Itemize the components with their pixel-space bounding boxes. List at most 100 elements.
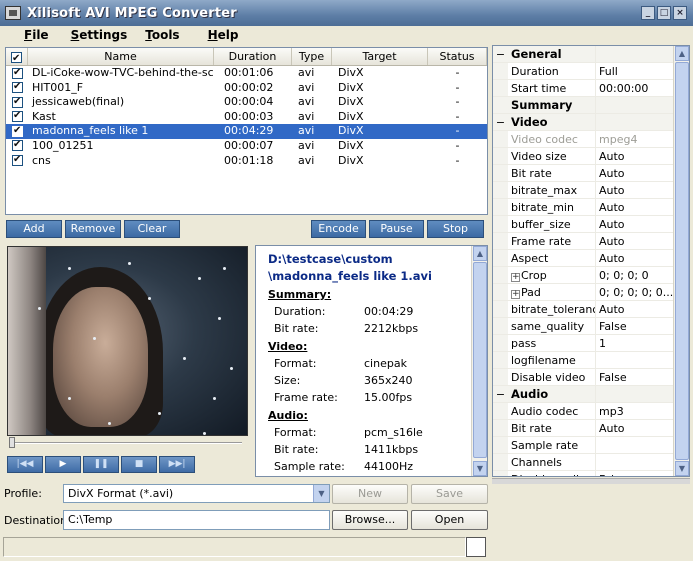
menu-file[interactable]: File bbox=[24, 28, 49, 42]
property-value[interactable]: 0; 0; 0; 0; 0... bbox=[596, 284, 674, 300]
property-value[interactable] bbox=[596, 114, 674, 130]
collapse-icon[interactable]: − bbox=[493, 386, 508, 402]
close-button[interactable]: × bbox=[673, 6, 687, 20]
encode-button[interactable]: Encode bbox=[311, 220, 366, 238]
table-row[interactable]: HIT001_F 00:00:02 avi DivX - bbox=[6, 81, 487, 96]
property-row[interactable]: same_quality False bbox=[493, 318, 689, 335]
row-checkbox[interactable] bbox=[6, 139, 28, 154]
table-row[interactable]: cns 00:01:18 avi DivX - bbox=[6, 154, 487, 169]
row-checkbox[interactable] bbox=[6, 124, 28, 139]
profile-select[interactable]: DivX Format (*.avi) ▼ bbox=[63, 484, 330, 503]
menu-tools[interactable]: Tools bbox=[145, 28, 179, 42]
scroll-up-icon[interactable]: ▲ bbox=[675, 46, 689, 61]
collapse-icon[interactable]: − bbox=[493, 46, 508, 62]
column-status[interactable]: Status bbox=[428, 48, 487, 65]
column-name[interactable]: Name bbox=[28, 48, 214, 65]
column-duration[interactable]: Duration bbox=[214, 48, 292, 65]
scroll-thumb[interactable] bbox=[473, 262, 487, 458]
column-target[interactable]: Target bbox=[332, 48, 428, 65]
table-row[interactable]: 100_01251 00:00:07 avi DivX - bbox=[6, 139, 487, 154]
row-checkbox[interactable] bbox=[6, 154, 28, 169]
row-checkbox[interactable] bbox=[6, 66, 28, 81]
pause-playback-button[interactable]: ❚❚ bbox=[83, 456, 119, 473]
property-row[interactable]: Disable video False bbox=[493, 369, 689, 386]
property-row[interactable]: buffer_size Auto bbox=[493, 216, 689, 233]
open-button[interactable]: Open bbox=[411, 510, 488, 530]
table-row[interactable]: Kast 00:00:03 avi DivX - bbox=[6, 110, 487, 125]
row-checkbox[interactable] bbox=[6, 110, 28, 125]
property-value[interactable]: 1 bbox=[596, 335, 674, 351]
collapse-icon[interactable]: − bbox=[493, 114, 508, 130]
property-category[interactable]: − Video bbox=[493, 114, 689, 131]
properties-panel[interactable]: − General Duration Full Start time 00:00:00 Su… bbox=[492, 45, 690, 477]
property-value[interactable]: False bbox=[596, 369, 674, 385]
table-row[interactable]: DL-iCoke-wow-TVC-behind-the-sce 00:01:06 a… bbox=[6, 66, 487, 81]
property-value[interactable]: 0; 0; 0; 0 bbox=[596, 267, 674, 283]
property-row[interactable]: +Pad 0; 0; 0; 0; 0... bbox=[493, 284, 689, 301]
file-list[interactable]: Name Duration Type Target Status DL-iCok… bbox=[5, 47, 488, 215]
property-value[interactable]: Auto bbox=[596, 216, 674, 232]
property-row[interactable]: Start time 00:00:00 bbox=[493, 80, 689, 97]
property-value[interactable]: Auto bbox=[596, 250, 674, 266]
clear-button[interactable]: Clear bbox=[124, 220, 180, 238]
maximize-button[interactable]: □ bbox=[657, 6, 671, 20]
properties-scrollbar[interactable]: ▲ ▼ bbox=[673, 46, 689, 476]
expand-icon[interactable]: + bbox=[511, 273, 520, 282]
property-value[interactable]: Auto bbox=[596, 148, 674, 164]
property-row[interactable]: bitrate_max Auto bbox=[493, 182, 689, 199]
property-row[interactable]: Audio codec mp3 bbox=[493, 403, 689, 420]
property-value[interactable]: Auto bbox=[596, 165, 674, 181]
property-category[interactable]: − General bbox=[493, 46, 689, 63]
expand-icon[interactable]: + bbox=[511, 290, 520, 299]
stop-playback-button[interactable]: ■ bbox=[121, 456, 157, 473]
file-info-pane[interactable]: D:\testcase\custom \madonna_feels like 1… bbox=[255, 245, 488, 477]
property-row[interactable]: logfilename bbox=[493, 352, 689, 369]
row-checkbox[interactable] bbox=[6, 95, 28, 110]
property-value[interactable]: Auto bbox=[596, 301, 674, 317]
property-row[interactable]: bitrate_tolerance Auto bbox=[493, 301, 689, 318]
seek-thumb[interactable] bbox=[9, 437, 15, 448]
property-category[interactable]: Summary bbox=[493, 97, 689, 114]
destination-input[interactable]: C:\Temp bbox=[63, 510, 330, 530]
column-type[interactable]: Type bbox=[292, 48, 332, 65]
property-value[interactable]: False bbox=[596, 471, 674, 476]
property-value[interactable] bbox=[596, 386, 674, 402]
select-all-checkbox[interactable] bbox=[6, 48, 28, 68]
property-value[interactable] bbox=[596, 352, 674, 368]
play-button[interactable]: ▶ bbox=[45, 456, 81, 473]
table-row[interactable]: jessicaweb(final) 00:00:04 avi DivX - bbox=[6, 95, 487, 110]
property-value[interactable]: Auto bbox=[596, 182, 674, 198]
property-value[interactable]: mp3 bbox=[596, 403, 674, 419]
next-button[interactable]: ▶▶| bbox=[159, 456, 195, 473]
property-value[interactable] bbox=[596, 46, 674, 62]
browse-button[interactable]: Browse... bbox=[332, 510, 408, 530]
property-row[interactable]: Video size Auto bbox=[493, 148, 689, 165]
property-row[interactable]: Channels bbox=[493, 454, 689, 471]
property-value[interactable]: Full bbox=[596, 63, 674, 79]
property-row[interactable]: bitrate_min Auto bbox=[493, 199, 689, 216]
new-profile-button[interactable]: New bbox=[332, 484, 408, 504]
property-row[interactable]: pass 1 bbox=[493, 335, 689, 352]
scroll-thumb[interactable] bbox=[675, 62, 689, 460]
property-value[interactable] bbox=[596, 437, 674, 453]
add-button[interactable]: Add bbox=[6, 220, 62, 238]
property-value[interactable] bbox=[596, 97, 674, 113]
seek-track[interactable] bbox=[10, 442, 242, 444]
minimize-button[interactable]: _ bbox=[641, 6, 655, 20]
row-checkbox[interactable] bbox=[6, 81, 28, 96]
property-row[interactable]: +Crop 0; 0; 0; 0 bbox=[493, 267, 689, 284]
property-row[interactable]: Bit rate Auto bbox=[493, 165, 689, 182]
menu-settings[interactable]: Settings bbox=[71, 28, 128, 42]
info-scrollbar[interactable]: ▲ ▼ bbox=[471, 246, 487, 476]
property-value[interactable] bbox=[596, 454, 674, 470]
property-value[interactable]: Auto bbox=[596, 199, 674, 215]
stop-button[interactable]: Stop bbox=[427, 220, 484, 238]
property-row[interactable]: Bit rate Auto bbox=[493, 420, 689, 437]
property-row[interactable]: Sample rate bbox=[493, 437, 689, 454]
property-row[interactable]: Aspect Auto bbox=[493, 250, 689, 267]
previous-button[interactable]: |◀◀ bbox=[7, 456, 43, 473]
remove-button[interactable]: Remove bbox=[65, 220, 121, 238]
property-row[interactable]: Duration Full bbox=[493, 63, 689, 80]
table-row[interactable]: madonna_feels like 1 00:04:29 avi DivX - bbox=[6, 124, 487, 139]
property-value[interactable]: False bbox=[596, 318, 674, 334]
